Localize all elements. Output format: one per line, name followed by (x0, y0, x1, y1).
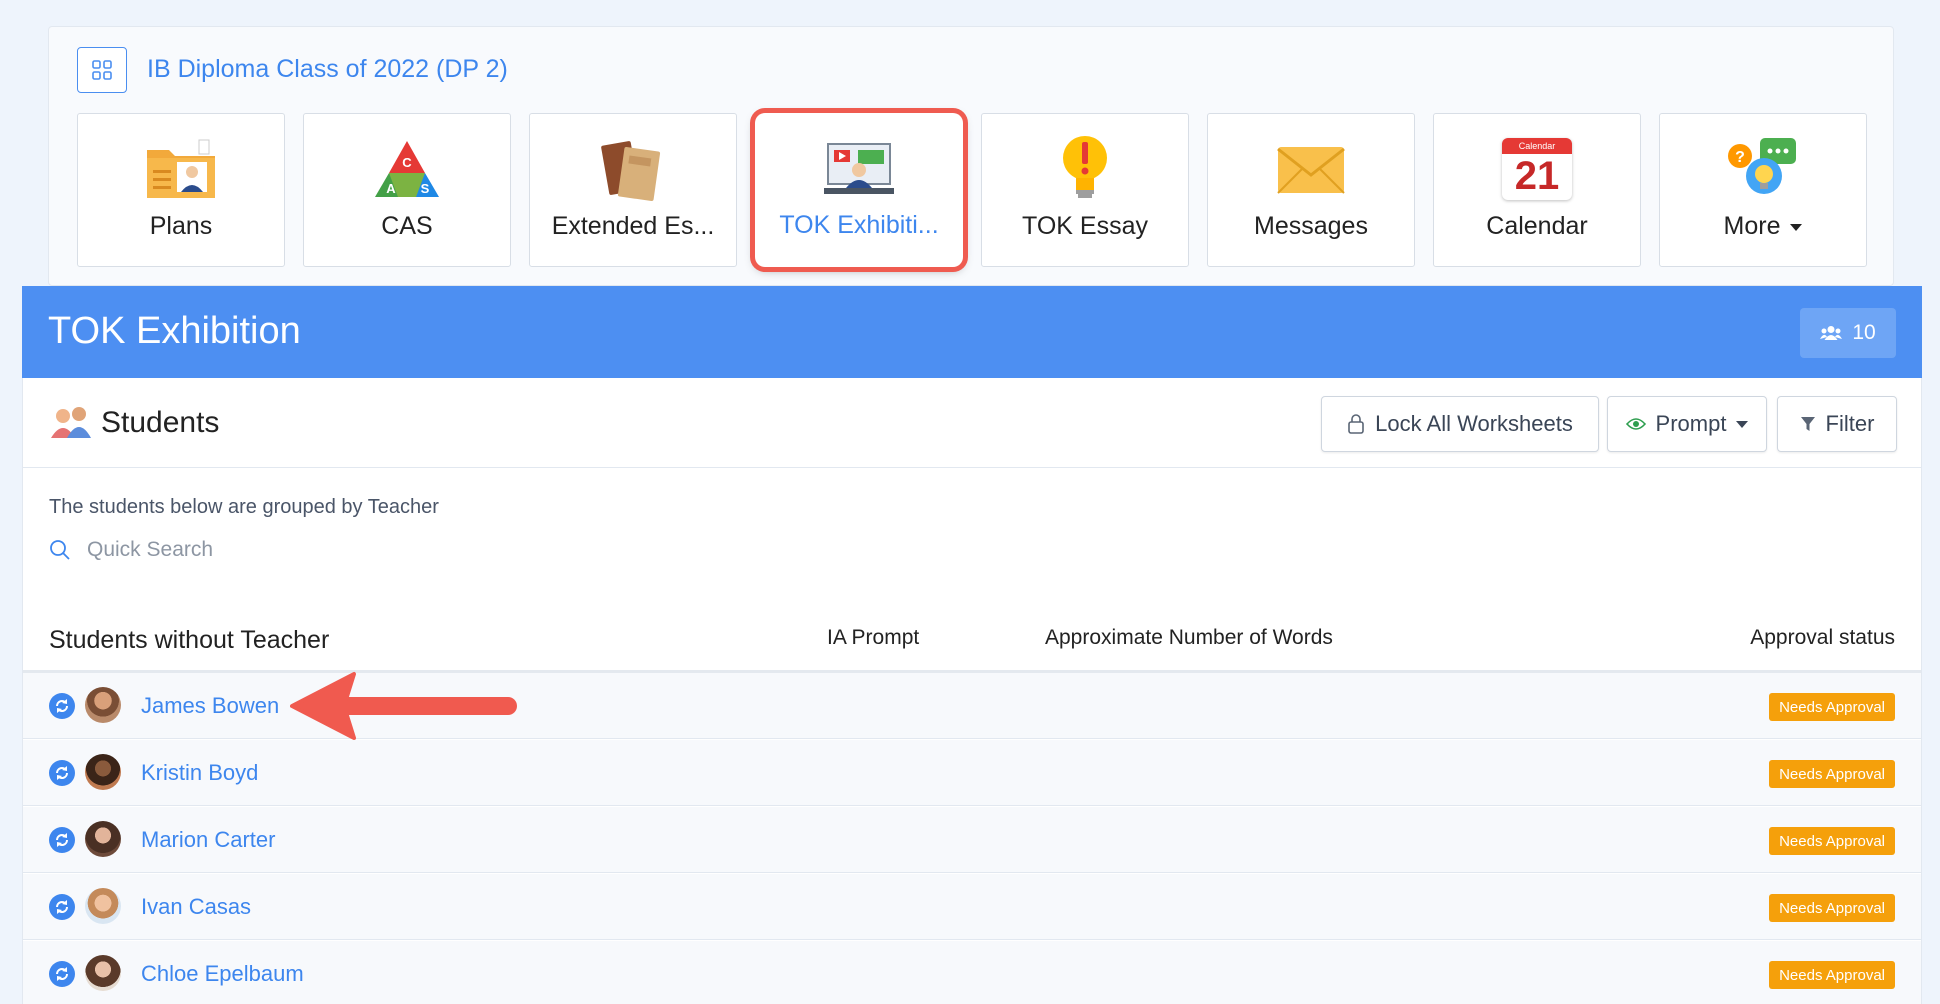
filter-button[interactable]: Filter (1777, 396, 1897, 452)
prompt-label: Prompt (1655, 411, 1727, 436)
tile-tok-exhibition[interactable]: TOK Exhibiti... (755, 113, 963, 267)
tile-label: Messages (1254, 212, 1368, 240)
student-name-link[interactable]: Ivan Casas (141, 894, 251, 920)
filter-icon (1800, 417, 1815, 431)
module-title: TOK Exhibition (48, 310, 301, 352)
svg-text:?: ? (1735, 149, 1745, 166)
svg-text:C: C (402, 155, 412, 170)
tile-label: Calendar (1486, 212, 1588, 240)
tile-label: More (1724, 212, 1803, 241)
students-title: Students (101, 406, 220, 439)
annotation-arrow (290, 672, 517, 740)
books-icon (593, 134, 673, 204)
column-word-count: Approximate Number of Words (1045, 626, 1333, 649)
tile-label: CAS (381, 212, 433, 240)
eye-icon (1625, 418, 1646, 430)
table-row: Ivan Casas Needs Approval (23, 874, 1921, 940)
caret-down-icon (1736, 420, 1749, 428)
calendar-day-text: 21 (1514, 154, 1560, 198)
students-icon (49, 404, 93, 445)
calendar-header-text: Calendar (1502, 138, 1572, 154)
tile-label: Extended Es... (551, 212, 715, 240)
table-row: Marion Carter Needs Approval (23, 807, 1921, 873)
avatar (85, 687, 121, 723)
apps-grid-button[interactable] (77, 47, 127, 93)
tile-extended-essay[interactable]: Extended Es... (529, 113, 737, 267)
group-header: Students without Teacher (49, 626, 330, 654)
column-approval-status: Approval status (1750, 626, 1895, 649)
sync-icon[interactable] (49, 827, 75, 853)
search-icon (50, 540, 70, 560)
filter-label: Filter (1825, 411, 1875, 436)
tile-more[interactable]: ? More (1659, 113, 1867, 267)
avatar (85, 754, 121, 790)
table-row: Kristin Boyd Needs Approval (23, 740, 1921, 806)
sync-icon[interactable] (49, 693, 75, 719)
lock-all-label: Lock All Worksheets (1375, 411, 1573, 436)
members-button[interactable]: 10 (1800, 308, 1896, 358)
sync-icon[interactable] (49, 961, 75, 987)
quick-search (49, 538, 487, 562)
tile-label: TOK Exhibiti... (779, 211, 939, 239)
tile-label: Plans (149, 212, 213, 240)
column-ia-prompt: IA Prompt (827, 626, 920, 649)
tile-plans[interactable]: Plans (77, 113, 285, 267)
grid-icon (92, 60, 112, 80)
plans-folder-icon (141, 134, 221, 204)
lock-all-worksheets-button[interactable]: Lock All Worksheets (1321, 396, 1599, 452)
lightbulb-icon (1045, 134, 1125, 204)
class-card: IB Diploma Class of 2022 (DP 2) Plans C … (48, 26, 1894, 286)
avatar (85, 955, 121, 991)
status-badge: Needs Approval (1769, 693, 1895, 721)
grouping-hint: The students below are grouped by Teache… (49, 496, 439, 518)
calendar-icon: Calendar 21 (1497, 134, 1577, 204)
chat-bubbles-icon: ? (1723, 134, 1803, 204)
students-header: Students Lock All Worksheets Prompt Filt… (23, 378, 1921, 468)
presentation-icon (819, 133, 899, 203)
student-name-link[interactable]: Marion Carter (141, 827, 275, 853)
cas-triangle-icon: C A S (367, 134, 447, 204)
quick-search-input[interactable] (87, 538, 487, 562)
status-badge: Needs Approval (1769, 961, 1895, 989)
envelope-icon (1271, 134, 1351, 204)
tile-messages[interactable]: Messages (1207, 113, 1415, 267)
student-name-link[interactable]: Chloe Epelbaum (141, 961, 304, 987)
sync-icon[interactable] (49, 760, 75, 786)
class-title[interactable]: IB Diploma Class of 2022 (DP 2) (147, 55, 508, 84)
status-badge: Needs Approval (1769, 827, 1895, 855)
student-name-link[interactable]: James Bowen (141, 693, 279, 719)
svg-text:A: A (386, 181, 396, 196)
tile-label: TOK Essay (1022, 212, 1148, 240)
tile-cas[interactable]: C A S CAS (303, 113, 511, 267)
student-name-link[interactable]: Kristin Boyd (141, 760, 258, 786)
prompt-dropdown-button[interactable]: Prompt (1607, 396, 1767, 452)
lock-icon (1348, 414, 1364, 434)
table-row: Chloe Epelbaum Needs Approval (23, 941, 1921, 1004)
status-badge: Needs Approval (1769, 760, 1895, 788)
svg-text:S: S (421, 181, 430, 196)
more-label: More (1723, 212, 1781, 240)
avatar (85, 821, 121, 857)
module-header: TOK Exhibition 10 (22, 286, 1922, 378)
sync-icon[interactable] (49, 894, 75, 920)
status-badge: Needs Approval (1769, 894, 1895, 922)
avatar (85, 888, 121, 924)
member-count: 10 (1852, 321, 1876, 344)
tile-calendar[interactable]: Calendar 21 Calendar (1433, 113, 1641, 267)
users-icon (1820, 326, 1843, 340)
caret-down-icon (1790, 223, 1803, 231)
tile-tok-essay[interactable]: TOK Essay (981, 113, 1189, 267)
